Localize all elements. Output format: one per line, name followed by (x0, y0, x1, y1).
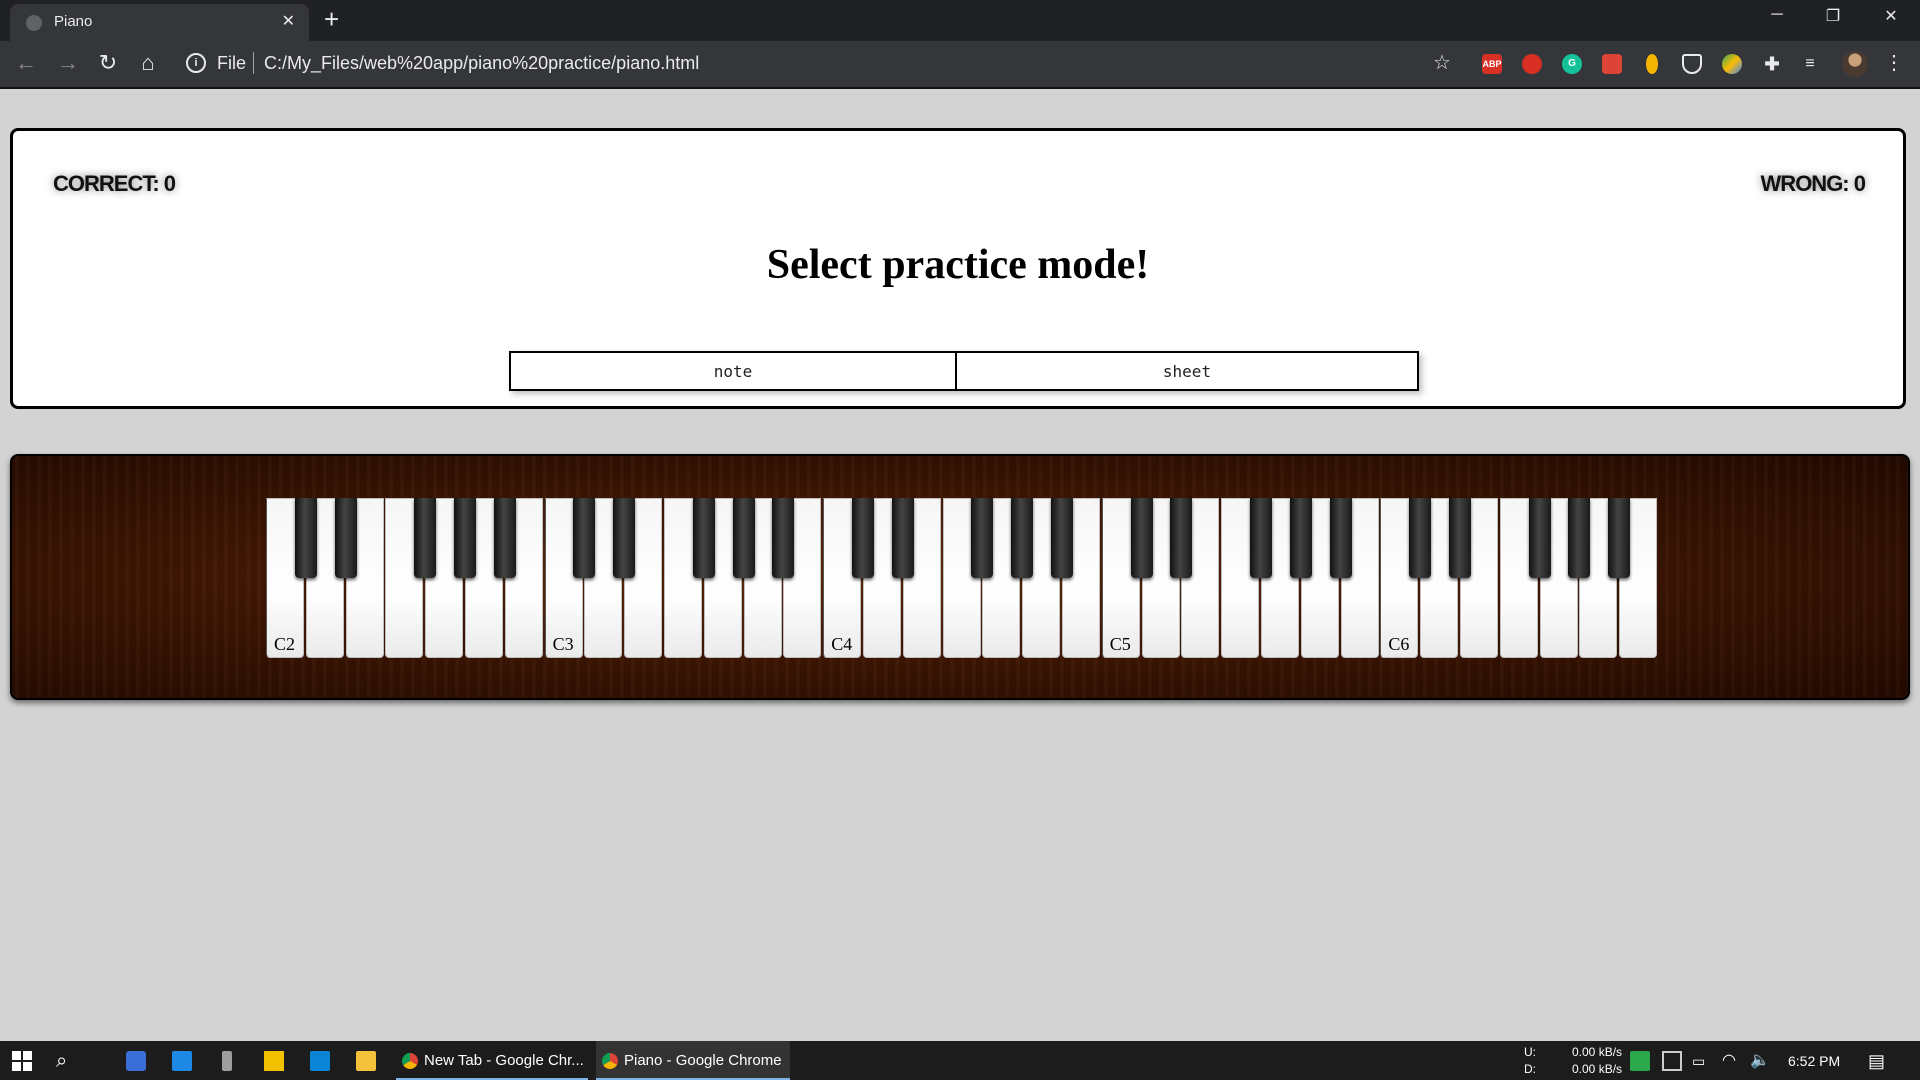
notifications-icon[interactable]: ▤ (1868, 1051, 1888, 1071)
sticky-notes-icon[interactable] (264, 1051, 284, 1071)
taskbar-app-icon-1[interactable] (126, 1051, 146, 1071)
black-key[interactable] (1409, 498, 1432, 578)
taskbar-app-piano[interactable]: Piano - Google Chrome (596, 1041, 790, 1080)
forward-icon[interactable]: → (54, 50, 82, 76)
net-down-label: D: (1524, 1062, 1536, 1076)
site-info-icon[interactable]: i (186, 53, 206, 73)
taskbar-app-label: Piano - Google Chrome (624, 1052, 782, 1069)
address-scheme: File (217, 53, 247, 73)
black-key[interactable] (1568, 498, 1591, 578)
back-icon[interactable]: ← (12, 50, 40, 76)
black-key[interactable] (891, 498, 914, 578)
black-key[interactable] (613, 498, 636, 578)
black-key[interactable] (294, 498, 317, 578)
browser-tab-bar: Piano ✕ + ─ ❐ ✕ (0, 0, 1920, 41)
address-bar[interactable]: C:/My_Files/web%20app/piano%20practice/p… (264, 53, 699, 74)
note-mode-button[interactable]: note (509, 351, 957, 391)
tab-favicon-icon (26, 15, 42, 31)
chrome-icon (602, 1053, 618, 1070)
net-up-label: U: (1524, 1045, 1536, 1059)
octave-label: C3 (552, 634, 574, 654)
black-key[interactable] (493, 498, 516, 578)
reload-icon[interactable]: ↻ (94, 50, 122, 76)
piano-keyboard: C2 C3 C4 C5 C6 (266, 498, 1658, 658)
media-control-icon[interactable]: ≡ (1800, 54, 1820, 74)
black-key[interactable] (1051, 498, 1073, 578)
black-key[interactable] (1329, 498, 1352, 578)
black-key[interactable] (692, 498, 715, 578)
black-key[interactable] (852, 498, 874, 578)
black-key[interactable] (732, 498, 755, 578)
wrong-counter: WRONG: 0 (1760, 171, 1866, 196)
new-tab-icon[interactable]: + (324, 6, 339, 32)
shield-icon[interactable] (1682, 54, 1702, 74)
restore-icon[interactable]: ❐ (1818, 6, 1848, 26)
sheet-mode-button[interactable]: sheet (957, 351, 1419, 391)
black-key[interactable] (1130, 498, 1153, 578)
black-key[interactable] (772, 498, 795, 578)
chrome-icon (402, 1053, 418, 1070)
hand-block-icon[interactable] (1522, 54, 1542, 74)
page-title: Select practice mode! (766, 242, 1150, 288)
wifi-icon[interactable]: ◠ (1722, 1051, 1742, 1071)
file-explorer-icon[interactable] (356, 1051, 376, 1071)
windows-start-icon[interactable] (12, 1051, 32, 1071)
extension-drop-icon[interactable] (1646, 54, 1658, 74)
black-key[interactable] (1170, 498, 1193, 578)
todoist-icon[interactable] (1602, 54, 1622, 74)
black-key[interactable] (1528, 498, 1551, 578)
score-panel: CORRECT: 0 WRONG: 0 Select practice mode… (10, 128, 1906, 409)
net-up-speed: 0.00 kB/s (1572, 1045, 1623, 1059)
black-key[interactable] (1011, 498, 1034, 578)
tray-display-icon[interactable] (1662, 1051, 1682, 1071)
taskbar-app-label: New Tab - Google Chr... (424, 1052, 584, 1069)
black-key[interactable] (1449, 498, 1471, 578)
clock[interactable]: 6:52 PM (1788, 1053, 1840, 1069)
net-down-speed: 0.00 kB/s (1572, 1062, 1623, 1076)
black-key[interactable] (414, 498, 437, 578)
octave-label: C4 (831, 634, 853, 654)
adblock-plus-icon[interactable]: ABP (1482, 54, 1502, 74)
minimize-icon[interactable]: ─ (1762, 6, 1792, 24)
black-key[interactable] (334, 498, 357, 578)
volume-icon[interactable]: 🔈 (1750, 1051, 1770, 1071)
black-key[interactable] (573, 498, 596, 578)
taskbar: ⌕ New Tab - Google Chr... Piano - Google… (0, 1041, 1920, 1080)
tray-app-icon[interactable] (1630, 1051, 1650, 1071)
black-key[interactable] (1608, 498, 1631, 578)
black-key[interactable] (454, 498, 476, 578)
mail-icon[interactable] (310, 1051, 330, 1071)
menu-kebab-icon[interactable]: ⋮ (1880, 50, 1908, 76)
black-key[interactable] (1250, 498, 1272, 578)
grammarly-icon[interactable]: G (1562, 54, 1582, 74)
browser-toolbar: ← → ↻ ⌂ i File C:/My_Files/web%20app/pia… (0, 41, 1920, 89)
close-window-icon[interactable]: ✕ (1876, 6, 1906, 26)
extensions-puzzle-icon[interactable]: ✚ (1762, 54, 1782, 74)
search-icon[interactable]: ⌕ (56, 1051, 76, 1071)
taskbar-app-newtab[interactable]: New Tab - Google Chr... (396, 1041, 588, 1080)
black-key[interactable] (1289, 498, 1312, 578)
profile-avatar[interactable] (1842, 51, 1868, 77)
browser-tab[interactable]: Piano ✕ (10, 4, 309, 41)
octave-label: C2 (274, 634, 296, 654)
correct-counter: CORRECT: 0 (53, 171, 176, 196)
taskbar-app-icon-3[interactable] (222, 1051, 232, 1071)
address-separator (253, 52, 254, 74)
octave-label: C5 (1109, 634, 1131, 654)
octave-label: C6 (1388, 634, 1410, 654)
home-icon[interactable]: ⌂ (134, 50, 162, 76)
mode-selector: note sheet (509, 351, 1419, 391)
tab-close-icon[interactable]: ✕ (282, 11, 295, 31)
bookmark-star-icon[interactable]: ☆ (1428, 50, 1456, 76)
battery-icon[interactable]: ▭ (1692, 1051, 1712, 1071)
piano-case: C2 C3 C4 C5 C6 (10, 454, 1910, 700)
taskbar-app-icon-2[interactable] (172, 1051, 192, 1071)
black-key[interactable] (971, 498, 994, 578)
tab-title: Piano (54, 13, 93, 30)
color-extension-icon[interactable] (1722, 54, 1742, 74)
